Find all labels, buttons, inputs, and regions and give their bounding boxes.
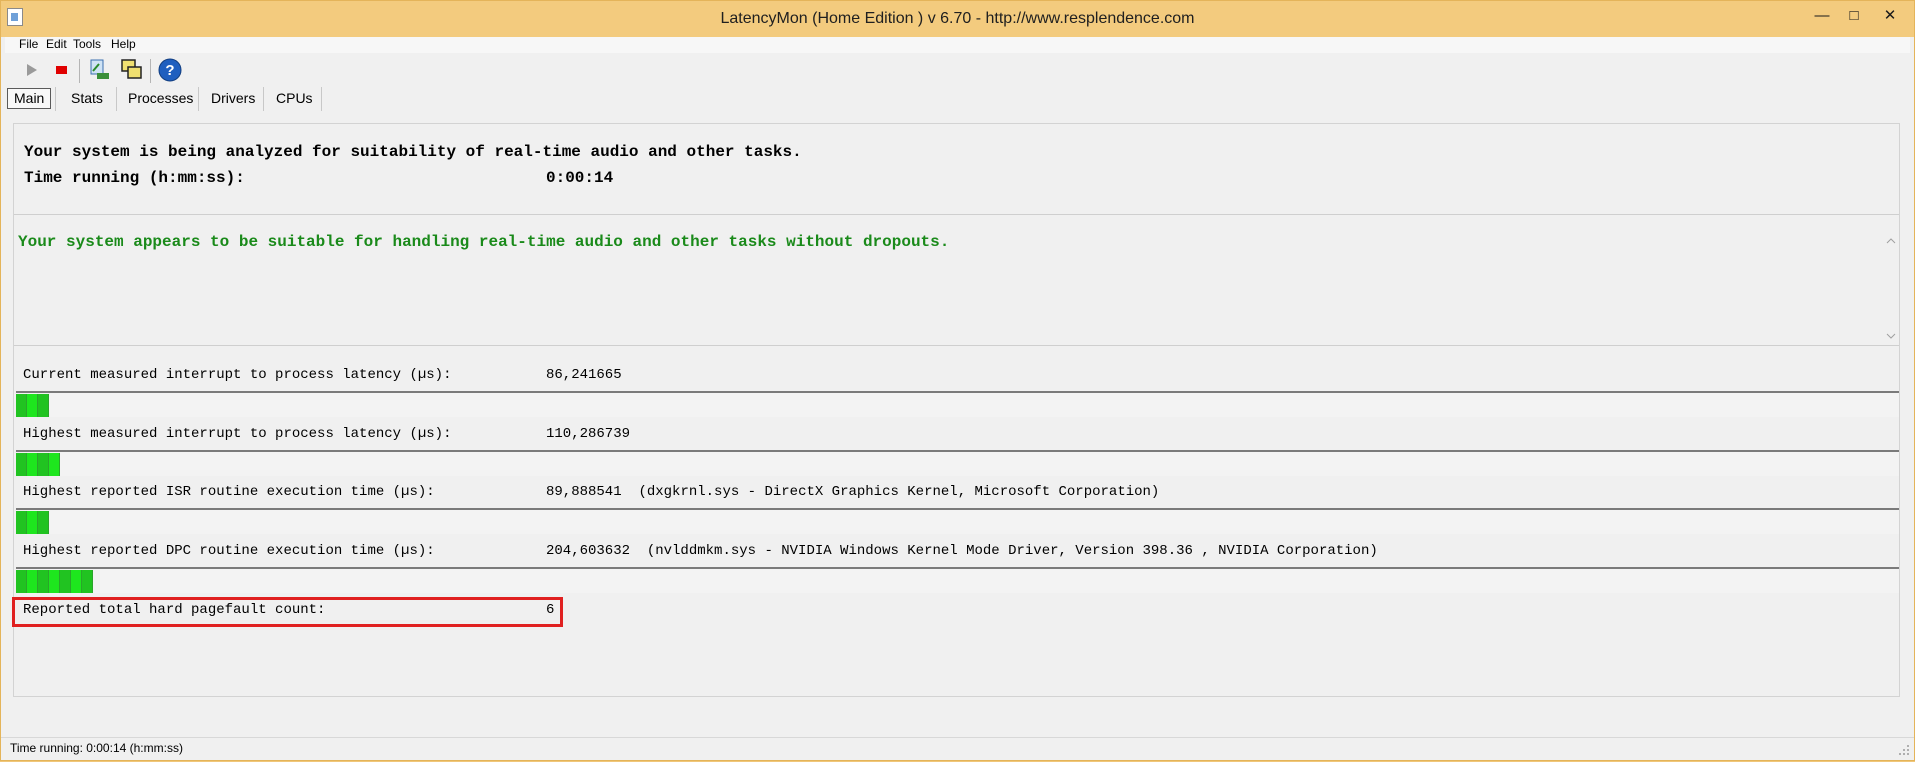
bar-segment — [71, 570, 82, 593]
resize-grip-icon[interactable] — [1898, 744, 1910, 756]
menu-file[interactable]: File — [19, 37, 38, 51]
app-window: LatencyMon (Home Edition ) v 6.70 - http… — [0, 0, 1915, 761]
metric-value-dpc: 204,603632 (nvlddmkm.sys - NVIDIA Window… — [546, 543, 1378, 559]
tab-separator — [116, 87, 117, 111]
bar-segment — [82, 570, 93, 593]
tab-separator — [198, 87, 199, 111]
help-icon[interactable]: ? — [157, 57, 183, 83]
tab-main[interactable]: Main — [7, 88, 52, 109]
bar-fill — [16, 570, 93, 593]
bar-segment — [38, 453, 49, 476]
divider — [14, 345, 1899, 346]
tab-processes[interactable]: Processes — [128, 87, 193, 109]
status-bar: Time running: 0:00:14 (h:mm:ss) — [1, 737, 1914, 762]
tab-separator — [263, 87, 264, 111]
dpc-value: 204,603632 — [546, 543, 631, 559]
bar-segment — [27, 511, 38, 534]
verdict-scrollbar[interactable] — [1884, 234, 1898, 344]
menu-help[interactable]: Help — [111, 37, 136, 51]
bar-segment — [49, 453, 60, 476]
tab-cpus[interactable]: CPUs — [276, 87, 313, 109]
tab-stats[interactable]: Stats — [71, 87, 103, 109]
bar-segment — [27, 570, 38, 593]
gauge-icon[interactable] — [87, 57, 113, 83]
title-bar[interactable]: LatencyMon (Home Edition ) v 6.70 - http… — [1, 1, 1914, 37]
bar-segment — [16, 570, 27, 593]
analysis-status-text: Your system is being analyzed for suitab… — [24, 143, 802, 161]
bar-segment — [16, 394, 27, 417]
metric-label-isr: Highest reported ISR routine execution t… — [23, 484, 435, 500]
toolbar: ? — [9, 57, 209, 87]
tab-separator — [321, 87, 322, 111]
bar-segment — [38, 570, 49, 593]
bar-segment — [16, 511, 27, 534]
bar-segment — [38, 394, 49, 417]
isr-driver: (dxgkrnl.sys - DirectX Graphics Kernel, … — [638, 484, 1160, 500]
tab-separator — [55, 87, 56, 111]
tab-strip: Main Stats Processes Drivers CPUs — [7, 87, 407, 111]
stop-icon[interactable] — [49, 57, 75, 83]
close-button[interactable]: ✕ — [1873, 5, 1907, 27]
metric-value-current-latency: 86,241665 — [546, 367, 622, 383]
bar-segment — [16, 453, 27, 476]
isr-value: 89,888541 — [546, 484, 622, 500]
bar-fill — [16, 453, 60, 476]
time-running-value: 0:00:14 — [546, 169, 614, 187]
bar-fill — [16, 394, 49, 417]
time-running-label: Time running (h:mm:ss): — [24, 169, 245, 187]
window-title: LatencyMon (Home Edition ) v 6.70 - http… — [720, 10, 1195, 27]
menu-bar: File Edit Tools Help — [5, 37, 1910, 53]
maximize-button[interactable]: □ — [1837, 5, 1871, 27]
verdict-message: Your system appears to be suitable for h… — [18, 233, 950, 251]
isr-bar — [16, 508, 1899, 534]
bar-fill — [16, 511, 49, 534]
pagefault-highlight — [12, 597, 563, 627]
bar-segment — [27, 453, 38, 476]
latency-bar-highest — [16, 450, 1899, 476]
tab-drivers[interactable]: Drivers — [211, 87, 255, 109]
play-icon[interactable] — [19, 57, 45, 83]
status-text: Time running: 0:00:14 (h:mm:ss) — [10, 741, 183, 755]
toolbar-separator — [150, 59, 151, 83]
bar-segment — [27, 394, 38, 417]
divider — [14, 214, 1899, 215]
dpc-driver: (nvlddmkm.sys - NVIDIA Windows Kernel Mo… — [646, 543, 1378, 559]
toolbar-separator — [79, 59, 80, 83]
metric-value-highest-latency: 110,286739 — [546, 426, 631, 442]
dpc-bar — [16, 567, 1899, 593]
metric-label-highest-latency: Highest measured interrupt to process la… — [23, 426, 452, 442]
svg-text:?: ? — [165, 62, 174, 79]
minimize-button[interactable]: — — [1805, 5, 1839, 27]
bar-segment — [49, 570, 60, 593]
windows-icon[interactable] — [119, 57, 145, 83]
latency-bar-current — [16, 391, 1899, 417]
metric-label-current-latency: Current measured interrupt to process la… — [23, 367, 452, 383]
menu-edit[interactable]: Edit — [46, 37, 67, 51]
metric-label-dpc: Highest reported DPC routine execution t… — [23, 543, 435, 559]
menu-tools[interactable]: Tools — [73, 37, 101, 51]
metric-value-isr: 89,888541 (dxgkrnl.sys - DirectX Graphic… — [546, 484, 1159, 500]
bar-segment — [38, 511, 49, 534]
bar-segment — [60, 570, 71, 593]
